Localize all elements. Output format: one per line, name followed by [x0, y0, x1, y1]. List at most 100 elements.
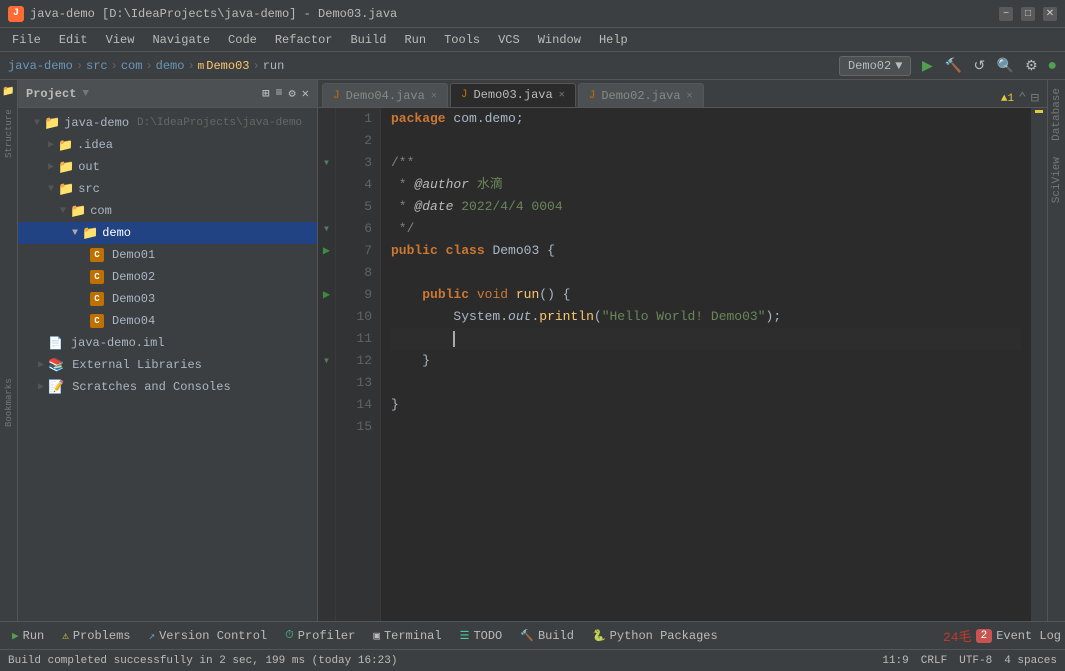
- build-tool-icon: 🔨: [520, 629, 534, 643]
- database-panel-label[interactable]: Database: [1049, 80, 1065, 149]
- settings-button[interactable]: ⚙: [1021, 56, 1041, 76]
- tree-item-demo[interactable]: ▼ 📁 demo: [18, 222, 317, 244]
- breadcrumb-src[interactable]: src: [86, 59, 108, 73]
- run-config-selector[interactable]: Demo02 ▼: [839, 56, 911, 76]
- indent-setting[interactable]: 4 spaces: [1004, 655, 1057, 667]
- tree-item-com[interactable]: ▼ 📁 com: [18, 200, 317, 222]
- fold-icon-6[interactable]: ▾: [323, 218, 330, 240]
- tab-settings-icon[interactable]: ⊟: [1031, 90, 1039, 107]
- scratch-icon: 📝: [48, 380, 64, 395]
- search-button[interactable]: 🔍: [995, 56, 1015, 76]
- locate-icon[interactable]: ⊞: [262, 86, 269, 101]
- tree-item-scratches[interactable]: ▶ 📝 Scratches and Consoles: [18, 376, 317, 398]
- todo-button[interactable]: ☰ TODO: [452, 625, 511, 647]
- breadcrumb-demo[interactable]: demo: [156, 59, 185, 73]
- menu-item-window[interactable]: Window: [530, 31, 589, 49]
- expand-tab-icon[interactable]: ⌃: [1018, 90, 1026, 107]
- tree-item-demo02[interactable]: C Demo02: [18, 266, 317, 288]
- tab-demo03-close[interactable]: ✕: [559, 89, 565, 101]
- tree-item-iml[interactable]: 📄 java-demo.iml: [18, 332, 317, 354]
- sciview-panel-label[interactable]: SciView: [1049, 149, 1065, 211]
- tree-item-ext-libs[interactable]: ▶ 📚 External Libraries: [18, 354, 317, 376]
- menu-item-edit[interactable]: Edit: [51, 31, 96, 49]
- python-packages-button[interactable]: 🐍 Python Packages: [584, 625, 726, 647]
- fold-icon-12[interactable]: ▾: [323, 350, 330, 372]
- expand-icon: ▶: [38, 381, 44, 393]
- breadcrumb-project[interactable]: java-demo: [8, 59, 73, 73]
- gutter-line-6: ▾: [318, 218, 335, 240]
- build-tool-label: Build: [538, 629, 574, 643]
- gutter-line-3: ▾: [318, 152, 335, 174]
- warning-count: ▲1: [1001, 93, 1014, 105]
- menu-item-view[interactable]: View: [98, 31, 143, 49]
- menu-item-vcs[interactable]: VCS: [490, 31, 528, 49]
- gutter-line-13: [318, 372, 335, 394]
- project-header-icons: ⊞ ≡ ⚙ ✕: [262, 86, 309, 101]
- iml-icon: 📄: [48, 336, 63, 351]
- lib-icon: 📚: [48, 358, 64, 373]
- run-icon-9[interactable]: ▶: [323, 284, 330, 306]
- structure-icon[interactable]: Structure: [1, 104, 17, 164]
- cursor-position[interactable]: 11:9: [882, 655, 908, 667]
- line-ending[interactable]: CRLF: [921, 655, 947, 667]
- menu-item-build[interactable]: Build: [342, 31, 394, 49]
- maximize-button[interactable]: □: [1021, 7, 1035, 21]
- code-editor[interactable]: package com.demo; /** * @author 水滴 * @da…: [381, 108, 1031, 621]
- src-label: src: [78, 182, 100, 196]
- build-tool-button[interactable]: 🔨 Build: [512, 625, 582, 647]
- minimize-button[interactable]: −: [999, 7, 1013, 21]
- sort-icon[interactable]: ≡: [275, 86, 282, 101]
- gutter-line-2: [318, 130, 335, 152]
- run-button[interactable]: ▶: [917, 56, 937, 76]
- menu-item-refactor[interactable]: Refactor: [267, 31, 341, 49]
- bookmarks-icon[interactable]: Bookmarks: [1, 368, 17, 438]
- tab-demo04-close[interactable]: ✕: [431, 90, 437, 102]
- run-tool-button[interactable]: ▶ Run: [4, 625, 52, 647]
- fold-icon-3[interactable]: ▾: [323, 152, 330, 174]
- menu-item-code[interactable]: Code: [220, 31, 265, 49]
- tree-item-src[interactable]: ▼ 📁 src: [18, 178, 317, 200]
- tab-demo02-close[interactable]: ✕: [687, 90, 693, 102]
- tree-item-demo03[interactable]: C Demo03: [18, 288, 317, 310]
- breadcrumb-class[interactable]: mDemo03: [198, 59, 250, 73]
- line-num-1: 1: [344, 108, 372, 130]
- menu-item-help[interactable]: Help: [591, 31, 636, 49]
- avatar-icon[interactable]: ●: [1047, 57, 1057, 75]
- problems-button[interactable]: ⚠ Problems: [54, 625, 138, 647]
- expand-icon: ▶: [48, 139, 54, 151]
- line-num-8: 8: [344, 262, 372, 284]
- tree-item-demo01[interactable]: C Demo01: [18, 244, 317, 266]
- problems-label: Problems: [73, 629, 131, 643]
- menu-item-run[interactable]: Run: [396, 31, 434, 49]
- menu-item-file[interactable]: File: [4, 31, 49, 49]
- tree-item-demo04[interactable]: C Demo04: [18, 310, 317, 332]
- charset[interactable]: UTF-8: [959, 655, 992, 667]
- tab-demo03[interactable]: J Demo03.java ✕: [450, 83, 576, 107]
- warning-marker: [1035, 110, 1043, 113]
- tab-demo02[interactable]: J Demo02.java ✕: [578, 83, 704, 107]
- build-button[interactable]: 🔨: [943, 56, 963, 76]
- version-control-button[interactable]: ↗ Version Control: [140, 625, 275, 647]
- tree-item-root[interactable]: ▼ 📁 java-demo D:\IdeaProjects\java-demo: [18, 112, 317, 134]
- profiler-button[interactable]: ⏱ Profiler: [277, 625, 363, 647]
- reload-button[interactable]: ↺: [969, 56, 989, 76]
- title-bar-controls[interactable]: − □ ✕: [999, 7, 1057, 21]
- run-icon-7[interactable]: ▶: [323, 240, 330, 262]
- terminal-button[interactable]: ▣ Terminal: [365, 625, 449, 647]
- dropdown-arrow[interactable]: ▼: [82, 88, 89, 100]
- close-panel-icon[interactable]: ✕: [302, 86, 309, 101]
- gutter-line-4: [318, 174, 335, 196]
- com-label: com: [90, 204, 112, 218]
- line-num-15: 15: [344, 416, 372, 438]
- tree-item-idea[interactable]: ▶ 📁 .idea: [18, 134, 317, 156]
- event-log-label[interactable]: Event Log: [996, 629, 1061, 643]
- menu-item-navigate[interactable]: Navigate: [144, 31, 218, 49]
- menu-item-tools[interactable]: Tools: [436, 31, 488, 49]
- settings-icon[interactable]: ⚙: [289, 86, 296, 101]
- close-button[interactable]: ✕: [1043, 7, 1057, 21]
- breadcrumb-method[interactable]: run: [263, 59, 285, 73]
- project-icon[interactable]: 📁: [1, 84, 17, 100]
- breadcrumb-com[interactable]: com: [121, 59, 143, 73]
- tab-demo04[interactable]: J Demo04.java ✕: [322, 83, 448, 107]
- tree-item-out[interactable]: ▶ 📁 out: [18, 156, 317, 178]
